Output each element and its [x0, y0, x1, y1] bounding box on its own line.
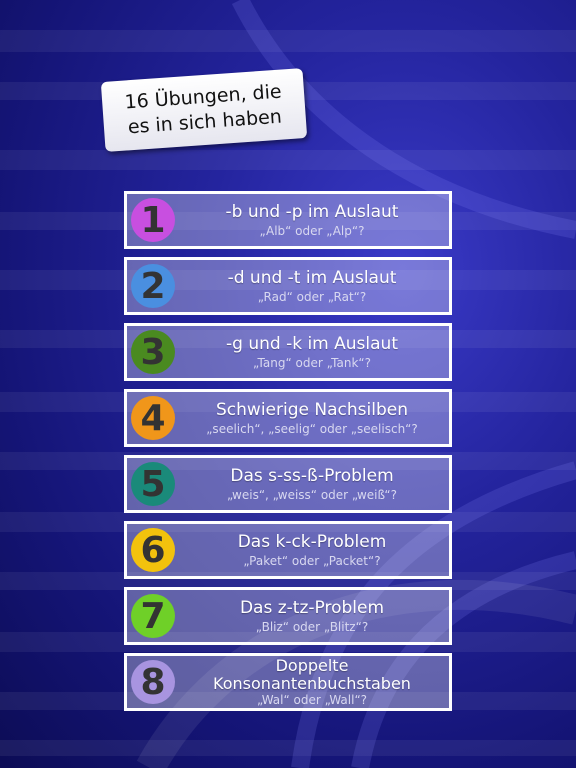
exercise-subtitle: „Tang“ oder „Tank“? — [252, 355, 371, 370]
number-badge-4: 4 — [131, 396, 175, 440]
exercise-text: -g und -k im Auslaut „Tang“ oder „Tank“? — [179, 326, 445, 378]
exercise-title: Das k-ck-Problem — [237, 531, 387, 552]
exercise-item-2[interactable]: 2 -d und -t im Auslaut „Rad“ oder „Rat“? — [124, 257, 452, 315]
exercise-item-7[interactable]: 7 Das z-tz-Problem „Bliz“ oder „Blitz“? — [124, 587, 452, 645]
number-badge-1: 1 — [131, 198, 175, 242]
exercise-text: Das z-tz-Problem „Bliz“ oder „Blitz“? — [179, 590, 445, 642]
exercise-text: -b und -p im Auslaut „Alb“ oder „Alp“? — [179, 194, 445, 246]
title-card: 16 Übungen, die es in sich haben — [100, 68, 308, 152]
exercise-item-3[interactable]: 3 -g und -k im Auslaut „Tang“ oder „Tank… — [124, 323, 452, 381]
exercise-item-8[interactable]: 8 Doppelte Konsonantenbuchstaben „Wal“ o… — [124, 653, 452, 711]
exercise-title: Das s-ss-ß-Problem — [230, 465, 394, 486]
exercise-title: Schwierige Nachsilben — [216, 399, 408, 420]
exercise-item-1[interactable]: 1 -b und -p im Auslaut „Alb“ oder „Alp“? — [124, 191, 452, 249]
exercise-title: Das z-tz-Problem — [239, 597, 385, 618]
number-badge-6: 6 — [131, 528, 175, 572]
exercise-subtitle: „Paket“ oder „Packet“? — [243, 553, 381, 568]
exercise-subtitle: „Bliz“ oder „Blitz“? — [255, 619, 369, 634]
exercise-title: -d und -t im Auslaut — [227, 267, 397, 288]
exercise-subtitle: „seelich“, „seelig“ oder „seelisch“? — [206, 421, 418, 436]
exercise-title: -g und -k im Auslaut — [226, 333, 398, 354]
exercise-item-4[interactable]: 4 Schwierige Nachsilben „seelich“, „seel… — [124, 389, 452, 447]
exercise-text: -d und -t im Auslaut „Rad“ oder „Rat“? — [179, 260, 445, 312]
number-badge-5: 5 — [131, 462, 175, 506]
exercise-subtitle: „Wal“ oder „Wall“? — [256, 692, 368, 707]
number-badge-3: 3 — [131, 330, 175, 374]
exercise-subtitle: „Rad“ oder „Rat“? — [257, 289, 367, 304]
exercise-item-5[interactable]: 5 Das s-ss-ß-Problem „weis“, „weiss“ ode… — [124, 455, 452, 513]
number-badge-7: 7 — [131, 594, 175, 638]
exercise-title: -b und -p im Auslaut — [225, 201, 399, 222]
exercise-list: 1 -b und -p im Auslaut „Alb“ oder „Alp“?… — [124, 191, 452, 719]
exercise-text: Doppelte Konsonantenbuchstaben „Wal“ ode… — [179, 656, 445, 708]
number-badge-2: 2 — [131, 264, 175, 308]
exercise-subtitle: „weis“, „weiss“ oder „weiß“? — [226, 487, 397, 502]
exercise-item-6[interactable]: 6 Das k-ck-Problem „Paket“ oder „Packet“… — [124, 521, 452, 579]
exercise-text: Das k-ck-Problem „Paket“ oder „Packet“? — [179, 524, 445, 576]
exercise-title: Doppelte Konsonantenbuchstaben — [213, 655, 411, 693]
exercise-text: Schwierige Nachsilben „seelich“, „seelig… — [179, 392, 445, 444]
exercise-subtitle: „Alb“ oder „Alp“? — [259, 223, 365, 238]
number-badge-8: 8 — [131, 660, 175, 704]
exercise-text: Das s-ss-ß-Problem „weis“, „weiss“ oder … — [179, 458, 445, 510]
